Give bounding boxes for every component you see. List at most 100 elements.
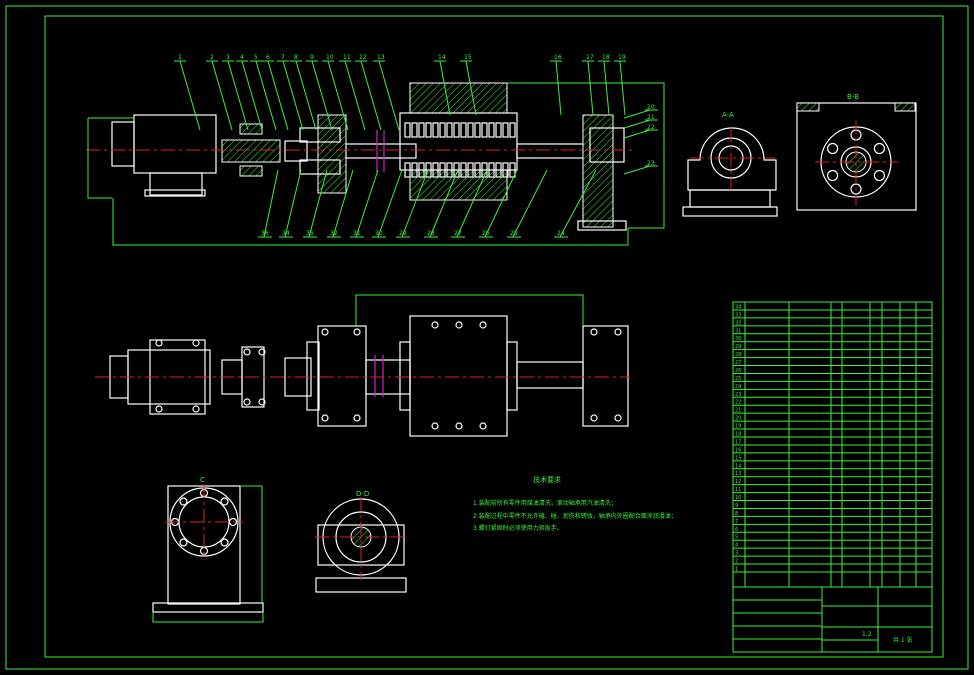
- ball-screw-nut-housing: [409, 82, 508, 114]
- leader-line: [355, 169, 379, 238]
- bom-item-number: 2: [735, 559, 738, 565]
- part-number-label: 2: [210, 54, 214, 61]
- leader-line: [295, 60, 317, 131]
- screw-thread: [432, 122, 439, 138]
- part-number-label: 9: [310, 54, 314, 61]
- screw-thread: [467, 122, 474, 138]
- leader-line: [555, 60, 562, 116]
- part-number-label: 32: [330, 230, 338, 237]
- section-d-d-view: D-D: [315, 490, 408, 593]
- part-number-label: 25: [510, 230, 518, 237]
- screw-thread: [495, 122, 502, 138]
- bom-item-number: 21: [735, 408, 741, 414]
- bom-item-number: 31: [735, 328, 741, 334]
- bolt-head: [353, 328, 361, 336]
- bom-item-number: 19: [735, 424, 741, 430]
- bearing-housing-left: [317, 114, 347, 194]
- label-section-a: A-A: [722, 111, 734, 119]
- bom-item-number: 7: [735, 519, 738, 525]
- part-number-label: 3: [226, 54, 230, 61]
- bom-item-number: 24: [735, 384, 741, 390]
- bom-item-number: 14: [735, 463, 741, 469]
- bolt-head: [155, 339, 163, 347]
- leader-line: [603, 60, 610, 116]
- part-number-label: 6: [266, 54, 270, 61]
- bolt-head: [590, 328, 598, 336]
- screw-thread: [509, 122, 516, 138]
- part-number-label: 26: [482, 230, 490, 237]
- screw-thread: [488, 122, 495, 138]
- leader-line: [211, 60, 233, 131]
- bolt-head: [479, 321, 487, 329]
- bom-item-number: 15: [735, 455, 741, 461]
- sheet-text: 共 1 张: [893, 636, 913, 644]
- bolt-head: [431, 321, 439, 329]
- bom-item-number: 6: [735, 527, 738, 533]
- bolt-hole: [827, 169, 839, 182]
- end-support: [582, 114, 614, 228]
- part-number-label: 22: [647, 124, 655, 131]
- leader-line: [360, 60, 382, 131]
- bolt-head: [321, 328, 329, 336]
- bom-item-number: 32: [735, 320, 741, 326]
- part-number-label: 13: [377, 54, 385, 61]
- bolt-head: [455, 422, 463, 430]
- section-b-b-view: B-B: [796, 93, 917, 211]
- bolt-head: [243, 348, 251, 356]
- bom-item-number: 23: [735, 392, 741, 398]
- part-number-label: 18: [602, 54, 610, 61]
- bom-item-number: 20: [735, 416, 741, 422]
- part-number-label: 4: [240, 54, 244, 61]
- part-number-label: 30: [375, 230, 383, 237]
- part-number-label: 31: [353, 230, 361, 237]
- leader-line: [619, 60, 626, 116]
- tech-req-line-2: 2.装配过程中零件不允许磕、碰、划伤和锈蚀，轴承内外圈配合面涂润滑油；: [473, 512, 677, 520]
- bolt-hole: [220, 497, 229, 506]
- screw-thread: [425, 122, 432, 138]
- screw-thread: [439, 122, 446, 138]
- bom-item-number: 25: [735, 376, 741, 382]
- leader-line: [377, 169, 403, 238]
- motor-body: [133, 114, 217, 174]
- label-section-b: B-B: [847, 93, 859, 101]
- bom-item-number: 27: [735, 360, 741, 366]
- leader-line: [587, 60, 594, 116]
- bolt-head: [455, 321, 463, 329]
- title-block: 1:2 共 1 张: [733, 586, 932, 652]
- tech-req-heading: 技术要求: [533, 475, 561, 484]
- screw-thread: [404, 122, 411, 138]
- top-view: [95, 294, 630, 437]
- bolt-head: [353, 414, 361, 422]
- part-number-label: 5: [254, 54, 258, 61]
- main-section-view: 1 2 3 4 5 6 7 8 9 10 11 12 13 14 15 16 17 18 192021222336 3…: [86, 54, 665, 246]
- bom-item-number: 34: [735, 304, 741, 310]
- bom-item-number: 12: [735, 479, 741, 485]
- bom-item-number: 5: [735, 535, 738, 541]
- part-number-label: 8: [294, 54, 298, 61]
- tech-req-line-3: 3.螺钉紧固时必须使用力矩扳手。: [473, 524, 563, 532]
- screw-thread: [502, 122, 509, 138]
- bom-item-number: 8: [735, 511, 738, 517]
- part-number-label: 35: [306, 230, 314, 237]
- bom-item-number: 9: [735, 503, 738, 509]
- label-view-c: C: [200, 476, 205, 484]
- leader-line: [378, 60, 400, 131]
- leader-line: [623, 165, 651, 175]
- section-a-a-view: A-A: [682, 111, 778, 217]
- bolt-head: [614, 414, 622, 422]
- bom-item-number: 4: [735, 543, 738, 549]
- part-number-label: 12: [359, 54, 367, 61]
- part-number-label: 29: [399, 230, 407, 237]
- bom-item-number: 33: [735, 312, 741, 318]
- screw-thread: [474, 122, 481, 138]
- part-number-label: 16: [554, 54, 562, 61]
- screw-thread: [481, 122, 488, 138]
- bolt-hole: [179, 497, 188, 506]
- bolt-hole: [179, 538, 188, 547]
- bom-item-number: 3: [735, 551, 738, 557]
- bolt-head: [155, 405, 163, 413]
- part-number-label: 36: [261, 230, 269, 237]
- part-number-label: 27: [454, 230, 462, 237]
- part-number-label: 15: [464, 54, 472, 61]
- bom-item-number: 11: [735, 487, 741, 493]
